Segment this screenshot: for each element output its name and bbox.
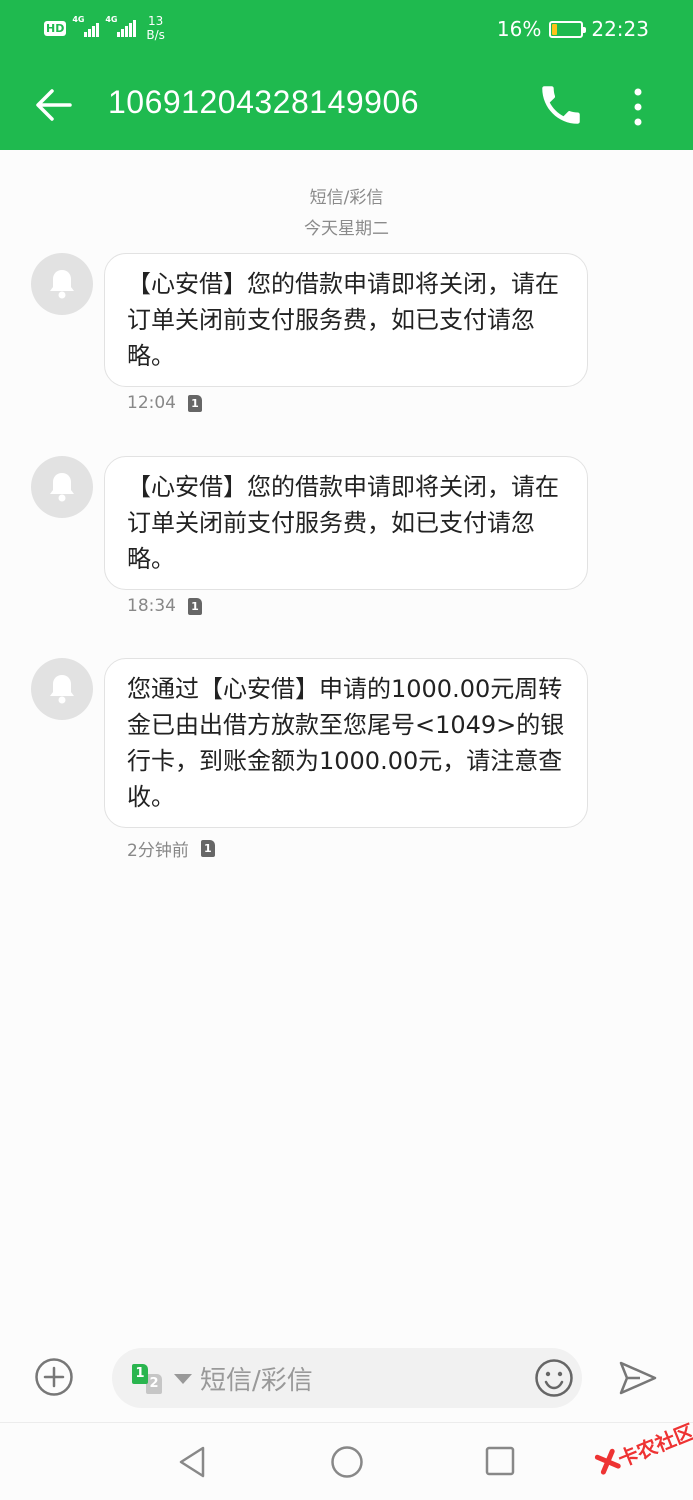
nav-back-icon[interactable] xyxy=(176,1445,208,1479)
compose-bar: 2 1 短信/彩信 xyxy=(0,1340,693,1422)
app-bar: 10691204328149906 xyxy=(0,60,693,150)
nav-home-icon[interactable] xyxy=(330,1445,364,1479)
phone-icon[interactable] xyxy=(536,80,586,130)
conversation-title: 10691204328149906 xyxy=(108,84,420,120)
message-type-label: 短信/彩信 xyxy=(309,188,384,208)
bell-icon xyxy=(50,270,74,299)
message-meta: 18:34 1 xyxy=(127,596,202,616)
message-bubble[interactable]: 【心安借】您的借款申请即将关闭，请在订单关闭前支付服务费，如已支付请忽略。 xyxy=(104,253,588,387)
bell-icon xyxy=(50,473,74,502)
message-bubble[interactable]: 【心安借】您的借款申请即将关闭，请在订单关闭前支付服务费，如已支付请忽略。 xyxy=(104,456,588,590)
send-icon[interactable] xyxy=(618,1360,658,1396)
avatar xyxy=(31,658,93,720)
message-time: 12:04 xyxy=(127,393,176,413)
message-time: 18:34 xyxy=(127,596,176,616)
message-bubble[interactable]: 您通过【心安借】申请的1000.00元周转金已由出借方放款至您尾号<1049>的… xyxy=(104,658,588,828)
avatar xyxy=(31,253,93,315)
message-meta: 2分钟前 1 xyxy=(127,836,215,861)
message-time: 2分钟前 xyxy=(127,841,189,861)
back-arrow-icon[interactable] xyxy=(30,80,80,130)
battery-fill xyxy=(552,23,558,35)
sim-selector[interactable]: 2 1 xyxy=(132,1364,168,1394)
bell-icon xyxy=(50,675,74,704)
status-right: 16% 22:23 xyxy=(497,17,649,41)
signal-2-icon: 4G xyxy=(105,15,137,37)
sim-card-icon: 1 xyxy=(200,840,215,857)
chevron-down-icon[interactable] xyxy=(174,1374,192,1384)
status-bar: HD 4G 4G 13 B/s 16% 22:23 xyxy=(0,0,693,60)
hd-badge: HD xyxy=(44,20,67,36)
emoji-icon[interactable] xyxy=(534,1358,574,1398)
net-speed: 13 B/s xyxy=(146,14,165,42)
message-input-placeholder: 短信/彩信 xyxy=(200,1366,313,1396)
sim-card-icon: 1 xyxy=(188,394,202,412)
sim-1-icon: 1 xyxy=(132,1364,148,1384)
more-vert-icon[interactable] xyxy=(618,80,658,130)
signal-1-label: 4G xyxy=(72,15,85,24)
net-speed-unit: B/s xyxy=(146,28,165,42)
battery-icon xyxy=(549,20,587,38)
avatar xyxy=(31,456,93,518)
nav-recents-icon[interactable] xyxy=(485,1446,515,1476)
sim-card-icon: 1 xyxy=(188,597,202,615)
message-input[interactable]: 2 1 短信/彩信 xyxy=(112,1348,582,1408)
message-meta: 12:04 1 xyxy=(127,393,202,413)
signal-2-label: 4G xyxy=(105,15,118,24)
date-label: 今天星期二 xyxy=(304,219,389,239)
status-left: HD 4G 4G 13 B/s xyxy=(44,14,165,42)
signal-1-icon: 4G xyxy=(72,15,100,37)
net-speed-value: 13 xyxy=(147,14,164,28)
sim-2-icon: 2 xyxy=(146,1374,162,1394)
add-attachment-icon[interactable] xyxy=(34,1357,74,1397)
clock: 22:23 xyxy=(591,17,649,41)
battery-percent: 16% xyxy=(496,17,542,41)
